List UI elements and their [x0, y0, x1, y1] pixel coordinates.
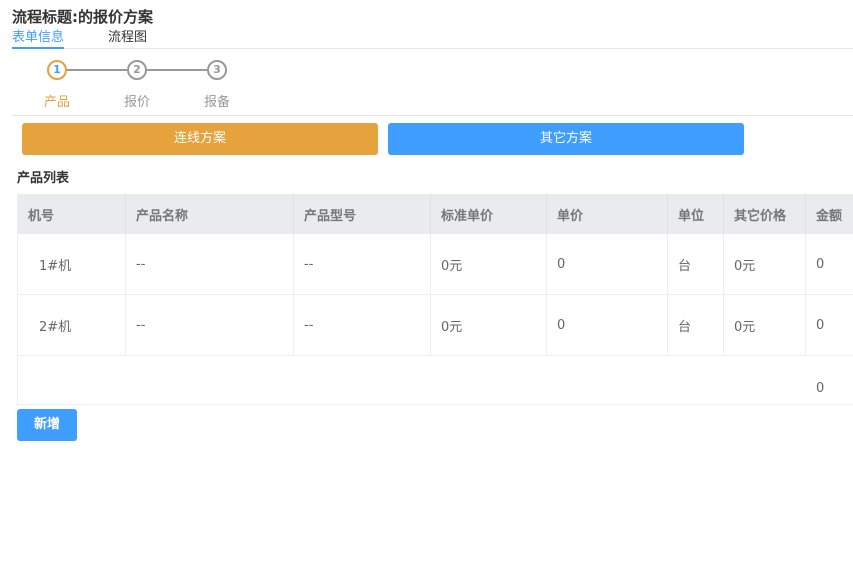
- step-product[interactable]: 1 产品: [25, 60, 89, 110]
- summary-cell: [724, 356, 806, 404]
- column-header: 机号: [18, 194, 126, 234]
- step-number: 1: [47, 60, 67, 80]
- table-cell: 0: [547, 295, 668, 355]
- page-title: 流程标题:的报价方案: [12, 8, 153, 26]
- step-number: 2: [127, 60, 147, 80]
- connected-scheme-button[interactable]: 连线方案: [22, 123, 378, 155]
- summary-cell: [294, 356, 431, 404]
- product-list-title: 产品列表: [17, 171, 70, 186]
- step-label: 产品: [43, 95, 70, 110]
- table-cell: 0: [806, 295, 853, 355]
- tab-flowchart[interactable]: 流程图: [108, 30, 147, 46]
- column-header: 产品型号: [294, 194, 431, 234]
- summary-cell: [668, 356, 724, 404]
- tab-form-info[interactable]: 表单信息: [12, 30, 65, 49]
- step-connector: [147, 69, 207, 71]
- table-cell: 0: [806, 234, 853, 294]
- total-amount: 0: [816, 381, 825, 396]
- add-button[interactable]: 新增: [17, 409, 77, 441]
- table-cell: 0: [547, 234, 668, 294]
- column-header: 产品名称: [126, 194, 294, 234]
- table-cell: 台: [668, 295, 724, 355]
- table-cell: 台: [668, 234, 724, 294]
- step-connector: [67, 69, 127, 71]
- table-cell: 2#机: [18, 295, 126, 355]
- product-table: 机号 产品名称 产品型号 标准单价 单价 单位 其它价格 金额 1#机 -- -…: [17, 194, 853, 405]
- table-cell: 1#机: [18, 234, 126, 294]
- other-scheme-button[interactable]: 其它方案: [388, 123, 744, 155]
- table-cell: 0元: [724, 234, 806, 294]
- tab-bar: 表单信息 流程图: [12, 30, 853, 49]
- step-progress: 1 产品 2 报价 3 报备: [12, 56, 853, 116]
- table-cell: --: [294, 295, 431, 355]
- table-cell: 0元: [724, 295, 806, 355]
- step-label: 报备: [203, 95, 230, 110]
- column-header: 单位: [668, 194, 724, 234]
- table-cell: 0元: [431, 295, 547, 355]
- step-report[interactable]: 3 报备: [185, 60, 249, 110]
- column-header: 单价: [547, 194, 668, 234]
- summary-cell: [126, 356, 294, 404]
- table-row[interactable]: 1#机 -- -- 0元 0 台 0元 0: [18, 234, 853, 295]
- table-cell: --: [294, 234, 431, 294]
- column-header: 金额: [806, 194, 853, 234]
- table-summary-row: 0: [18, 356, 853, 405]
- summary-cell: [547, 356, 668, 404]
- summary-cell: [18, 356, 126, 404]
- step-label: 报价: [123, 95, 150, 110]
- column-header: 标准单价: [431, 194, 547, 234]
- table-cell: 0元: [431, 234, 547, 294]
- table-row[interactable]: 2#机 -- -- 0元 0 台 0元 0: [18, 295, 853, 356]
- step-quote[interactable]: 2 报价: [105, 60, 169, 110]
- table-cell: --: [126, 295, 294, 355]
- table-header-row: 机号 产品名称 产品型号 标准单价 单价 单位 其它价格 金额: [18, 194, 853, 234]
- step-number: 3: [207, 60, 227, 80]
- column-header: 其它价格: [724, 194, 806, 234]
- table-cell: --: [126, 234, 294, 294]
- summary-cell: [431, 356, 547, 404]
